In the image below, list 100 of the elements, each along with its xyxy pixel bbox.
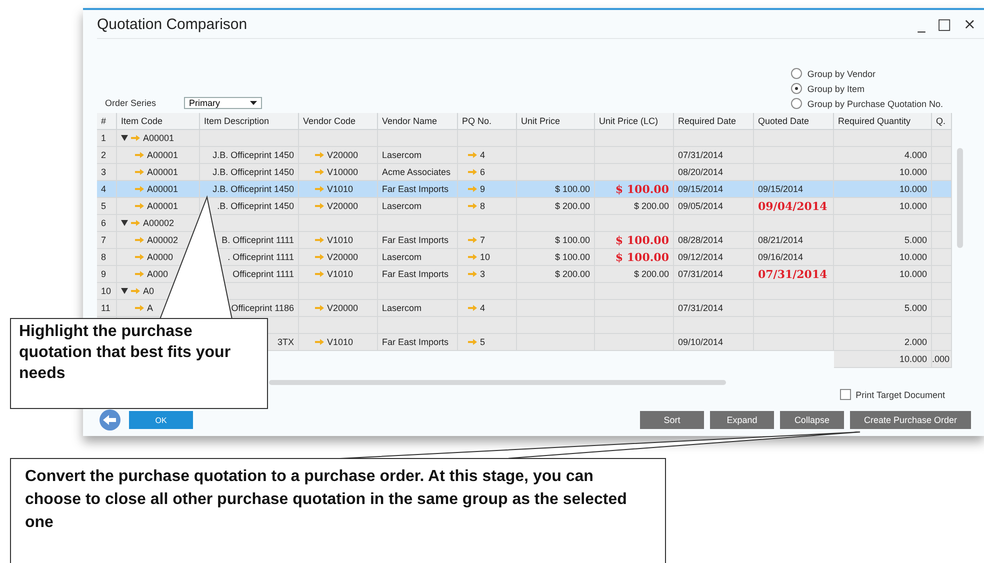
radio-button[interactable] [791,83,802,94]
arrow-icon[interactable] [315,254,324,260]
column-header[interactable]: Unit Price (LC) [595,113,674,130]
checkbox-label[interactable]: Print Target Document [856,390,945,400]
table-cell: V1010 [299,232,378,249]
arrow-icon[interactable] [135,169,144,175]
table-cell [458,130,517,147]
arrow-icon[interactable] [468,237,477,243]
arrow-icon[interactable] [468,203,477,209]
arrow-icon[interactable] [135,271,144,277]
table-cell: 08/20/2014 [674,164,754,181]
expand-caret-icon[interactable] [121,220,128,226]
arrow-icon[interactable] [131,288,140,294]
arrow-icon[interactable] [135,203,144,209]
table-cell: V1010 [299,181,378,198]
arrow-icon[interactable] [135,305,144,311]
column-header[interactable]: # [97,113,117,130]
column-header[interactable]: Item Description [200,113,299,130]
arrow-icon[interactable] [468,186,477,192]
table-cell: 4 [458,300,517,317]
table-cell: A00002 [117,215,200,232]
column-header[interactable]: PQ No. [458,113,517,130]
arrow-icon[interactable] [315,152,324,158]
radio-button[interactable] [791,68,802,79]
table-cell: $ 200.00 [517,266,595,283]
radio-button[interactable] [791,98,802,109]
checkbox[interactable] [840,389,851,400]
arrow-icon[interactable] [468,254,477,260]
table-cell: A00001 [117,130,200,147]
table-cell: 09/12/2014 [674,249,754,266]
arrow-icon[interactable] [468,339,477,345]
arrow-icon[interactable] [315,186,324,192]
column-header[interactable]: Quoted Date [754,113,834,130]
arrow-icon[interactable] [468,152,477,158]
table-cell: Far East Imports [378,266,458,283]
arrow-icon[interactable] [131,135,140,141]
radio-label[interactable]: Group by Vendor [807,68,876,78]
maximize-button[interactable]: □ [935,16,954,32]
table-cell: V20000 [299,300,378,317]
column-header[interactable]: Q. [932,113,952,130]
table-cell: 08/21/2014 [754,232,834,249]
arrow-icon[interactable] [135,237,144,243]
table-cell: 10.000 [834,249,932,266]
column-header[interactable]: Vendor Name [378,113,458,130]
table-cell: 07/31/2014 [674,300,754,317]
minimize-button[interactable]: _ [916,16,928,32]
expand-caret-icon[interactable] [121,288,128,294]
table-cell: 6 [97,215,117,232]
action-button[interactable]: Sort [640,411,704,429]
arrow-icon[interactable] [135,186,144,192]
action-button[interactable]: Collapse [780,411,844,429]
table-cell: $ 200.00 [595,198,674,215]
arrow-icon[interactable] [315,237,324,243]
radio-label[interactable]: Group by Item [807,84,864,94]
table-cell: 11 [97,300,117,317]
arrow-icon[interactable] [468,305,477,311]
action-button[interactable]: Expand [710,411,774,429]
radio-label[interactable]: Group by Purchase Quotation No. [807,98,943,108]
table-cell: 5 [458,334,517,351]
table-cell: A00001 [117,198,200,215]
table-cell: A00001 [117,147,200,164]
close-button[interactable]: × [961,16,978,32]
table-cell: $ 100.00 [517,181,595,198]
column-header[interactable]: Vendor Code [299,113,378,130]
arrow-icon[interactable] [135,254,144,260]
horizontal-scrollbar[interactable] [269,380,726,385]
arrow-icon[interactable] [315,305,324,311]
column-header[interactable]: Item Code [117,113,200,130]
table-cell: 2.000 [834,334,932,351]
table-cell: Lasercom [378,198,458,215]
table-cell: V1010 [299,334,378,351]
column-header[interactable]: Unit Price [517,113,595,130]
table-cell: 3 [458,266,517,283]
table-cell: 4 [97,181,117,198]
table-cell: $ 100.00 [595,181,674,198]
arrow-icon[interactable] [315,339,324,345]
column-header[interactable]: Required Date [674,113,754,130]
arrow-icon[interactable] [135,152,144,158]
ok-button[interactable]: OK [129,411,193,429]
arrow-icon[interactable] [315,271,324,277]
column-header[interactable]: Required Quantity [834,113,932,130]
table-cell: 09/10/2014 [674,334,754,351]
arrow-icon[interactable] [315,203,324,209]
window-title: Quotation Comparison [97,16,248,32]
table-cell: $ 100.00 [517,232,595,249]
expand-caret-icon[interactable] [121,135,128,141]
series-dropdown[interactable]: Primary [184,97,262,109]
table-cell: 09/15/2014 [674,181,754,198]
table-cell: J.B. Officeprint 1450 [200,164,299,181]
table-cell: 7 [97,232,117,249]
arrow-icon[interactable] [131,220,140,226]
arrow-icon[interactable] [468,169,477,175]
table-cell: Far East Imports [378,181,458,198]
arrow-icon[interactable] [468,271,477,277]
vertical-scrollbar[interactable] [957,148,963,248]
table-cell: 10.000 [834,266,932,283]
table-cell: 09/15/2014 [754,181,834,198]
table-cell: Far East Imports [378,334,458,351]
action-button[interactable]: Create Purchase Order [850,411,971,429]
arrow-icon[interactable] [315,169,324,175]
